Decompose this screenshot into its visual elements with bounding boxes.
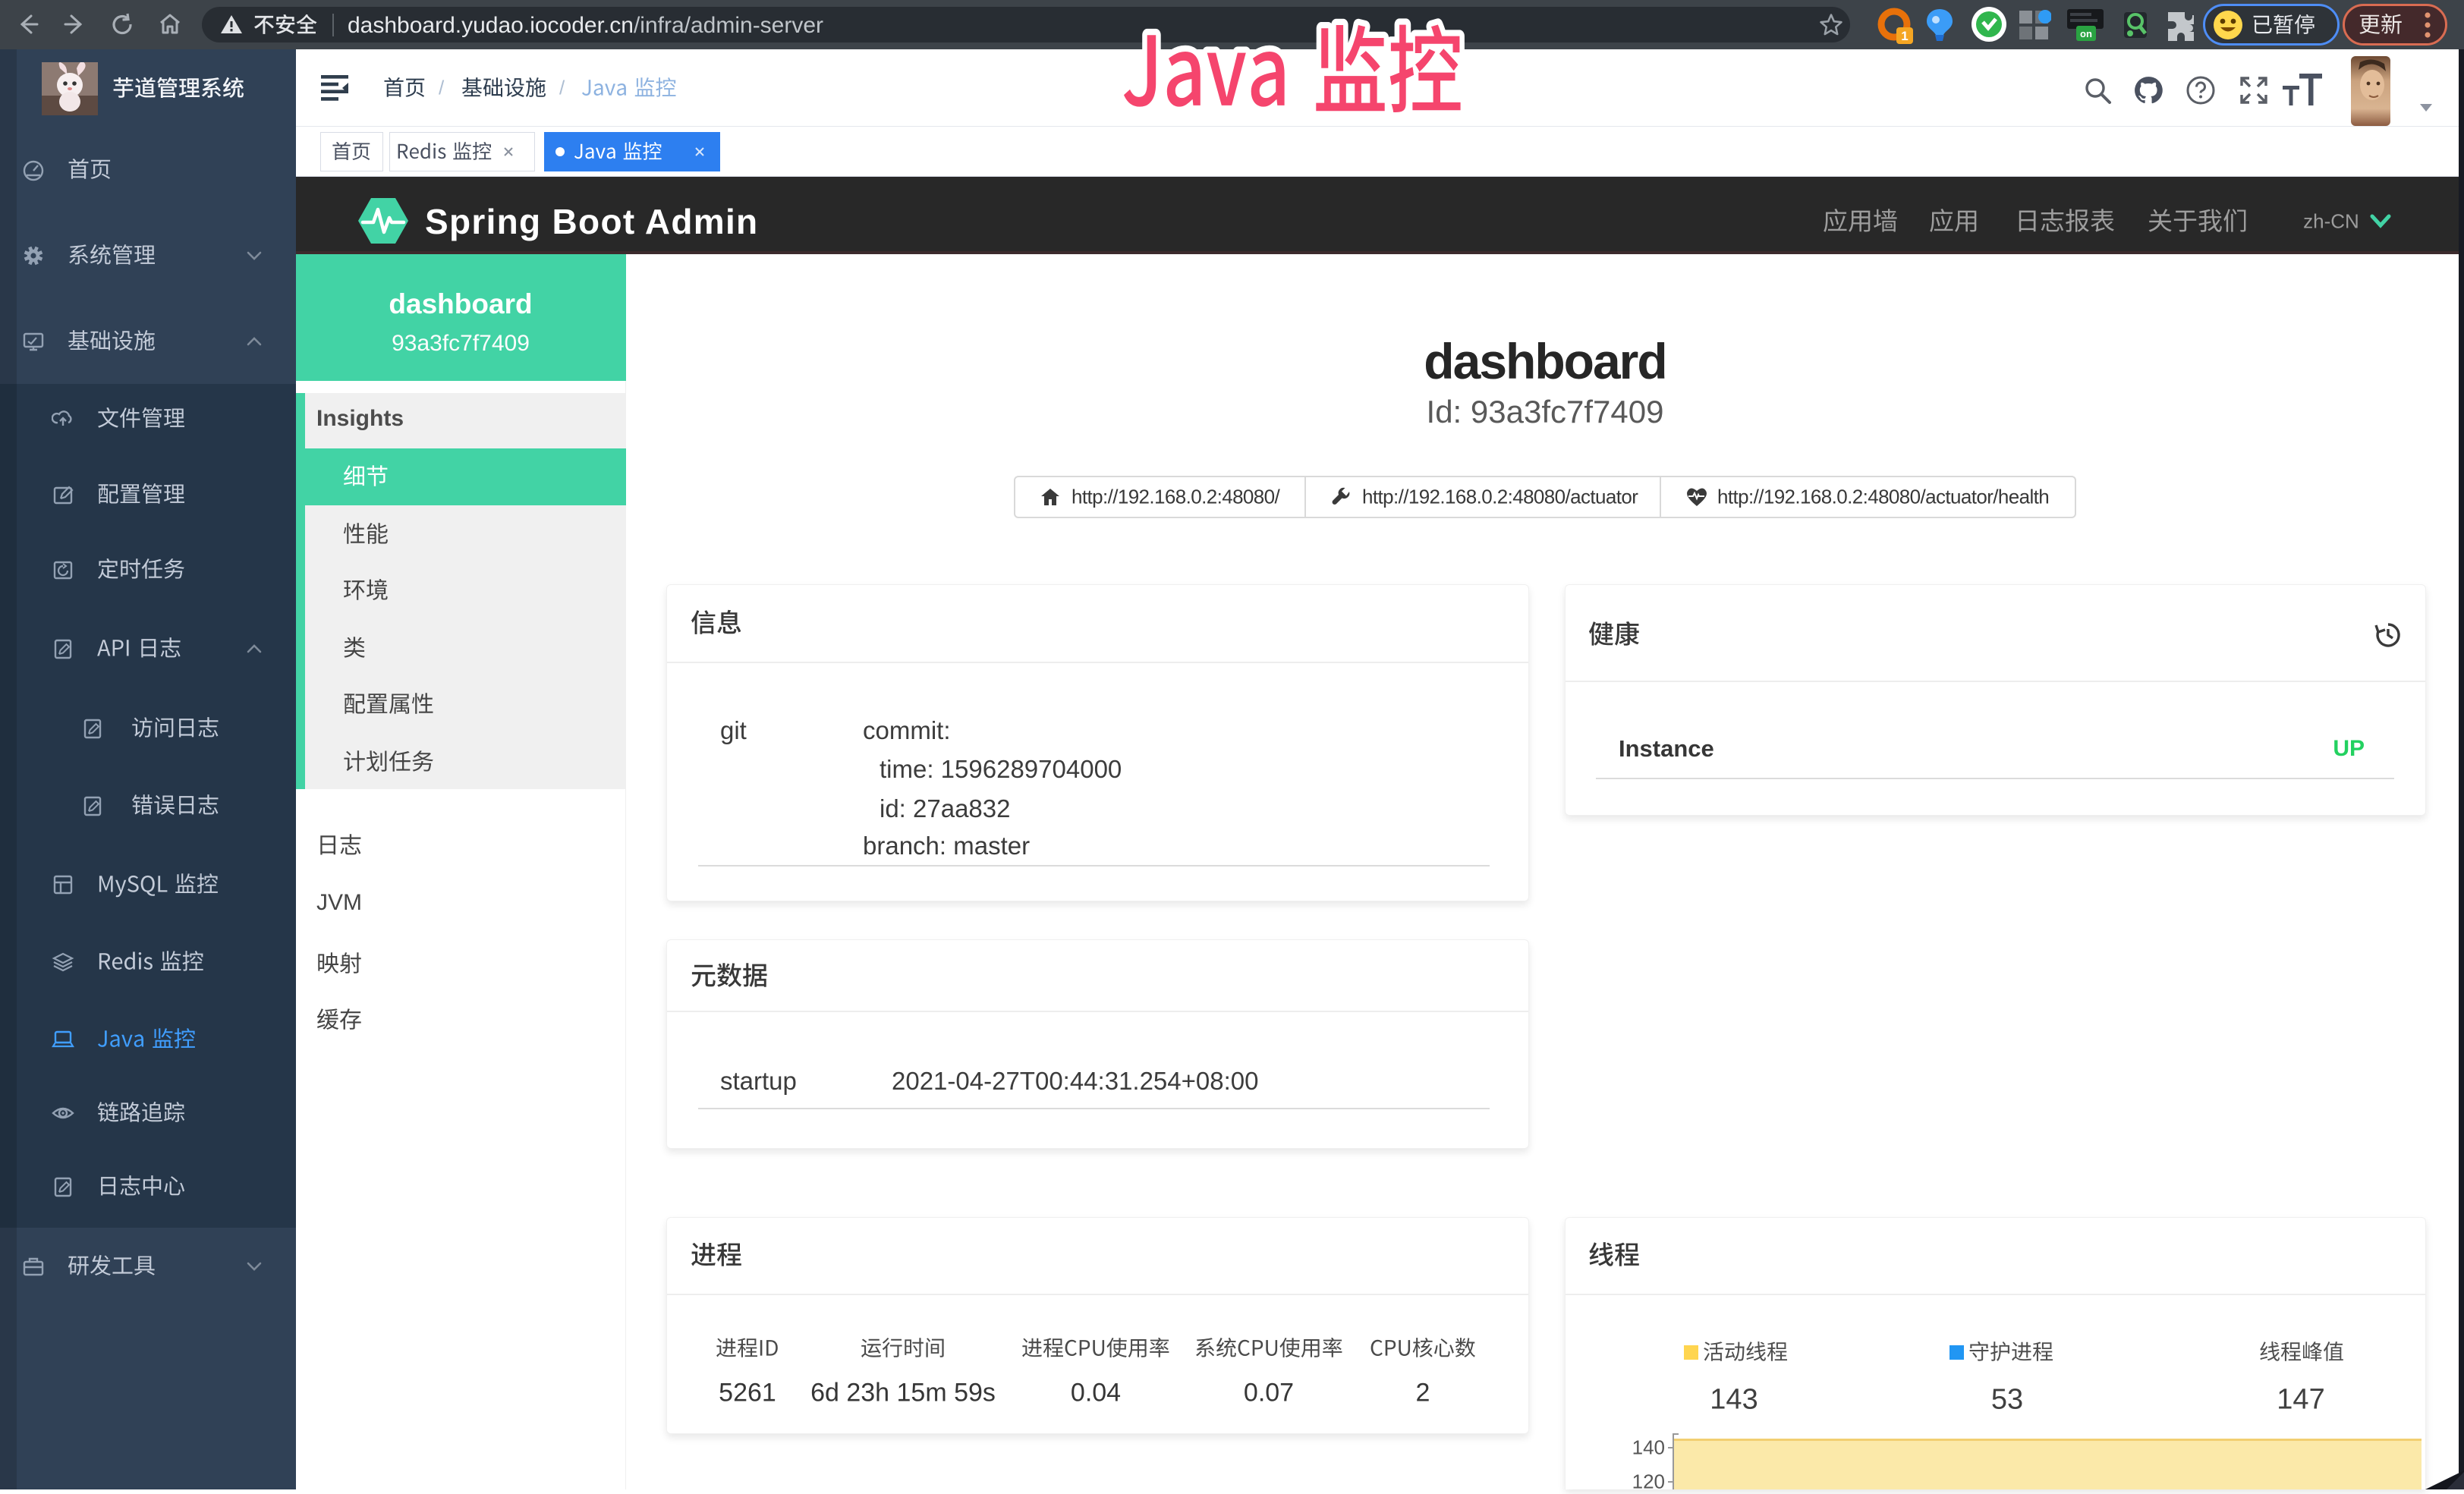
svg-text:on: on [2080, 28, 2092, 39]
svg-text:1: 1 [1901, 29, 1908, 43]
